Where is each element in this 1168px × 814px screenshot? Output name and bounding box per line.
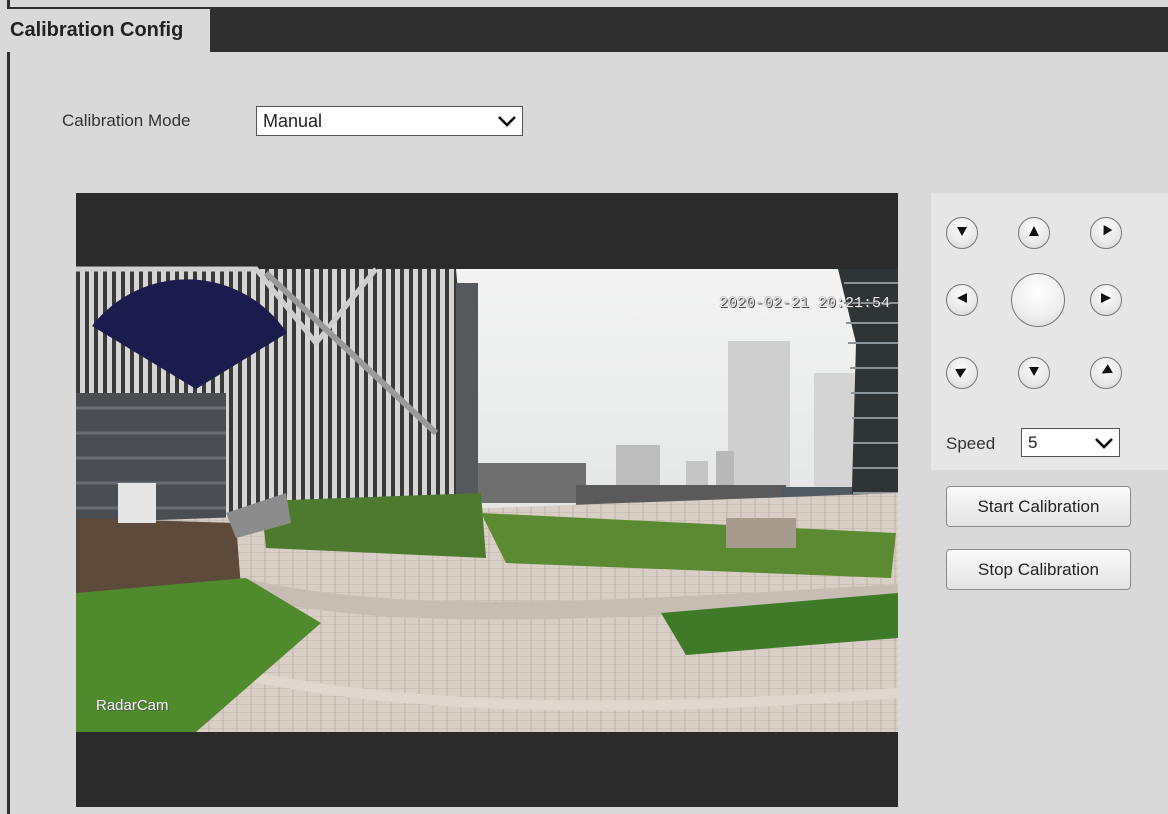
ptz-left-button[interactable] [946, 284, 978, 316]
tab-calibration-config[interactable]: Calibration Config [7, 9, 210, 52]
ptz-down-right-button[interactable] [1090, 357, 1122, 389]
speed-value: 5 [1028, 432, 1038, 452]
calibration-mode-value: Manual [263, 110, 323, 131]
arrow-up-right-icon [1099, 224, 1113, 243]
video-timestamp: 2020-02-21 20:21:54 [718, 295, 890, 312]
speed-label: Speed [946, 434, 996, 453]
ptz-center-button[interactable] [1011, 273, 1065, 327]
arrow-down-icon [1027, 364, 1041, 383]
ptz-up-right-button[interactable] [1090, 217, 1122, 249]
camera-name-overlay: RadarCam [96, 697, 169, 714]
video-preview[interactable]: 2020-02-21 20:21:54 RadarCam [76, 193, 898, 807]
ptz-up-left-button[interactable] [946, 217, 978, 249]
camera-scene [76, 193, 898, 807]
ptz-down-button[interactable] [1018, 357, 1050, 389]
ptz-down-left-button[interactable] [946, 357, 978, 389]
start-calibration-button[interactable]: Start Calibration [946, 486, 1131, 527]
arrow-up-left-icon [955, 224, 969, 243]
arrow-down-left-icon [955, 364, 969, 383]
calibration-mode-label: Calibration Mode [62, 111, 191, 130]
arrow-down-right-icon [1099, 363, 1113, 383]
chevron-down-icon [496, 110, 518, 132]
ptz-right-button[interactable] [1090, 284, 1122, 316]
arrow-right-icon [1099, 291, 1113, 310]
speed-select[interactable]: 5 [1021, 428, 1120, 457]
left-frame-border [7, 0, 10, 814]
arrow-up-icon [1027, 224, 1041, 243]
arrow-left-icon [955, 291, 969, 310]
chevron-down-icon [1093, 432, 1115, 454]
calibration-mode-select[interactable]: Manual [256, 106, 523, 136]
stop-calibration-button[interactable]: Stop Calibration [946, 549, 1131, 590]
ptz-up-button[interactable] [1018, 217, 1050, 249]
